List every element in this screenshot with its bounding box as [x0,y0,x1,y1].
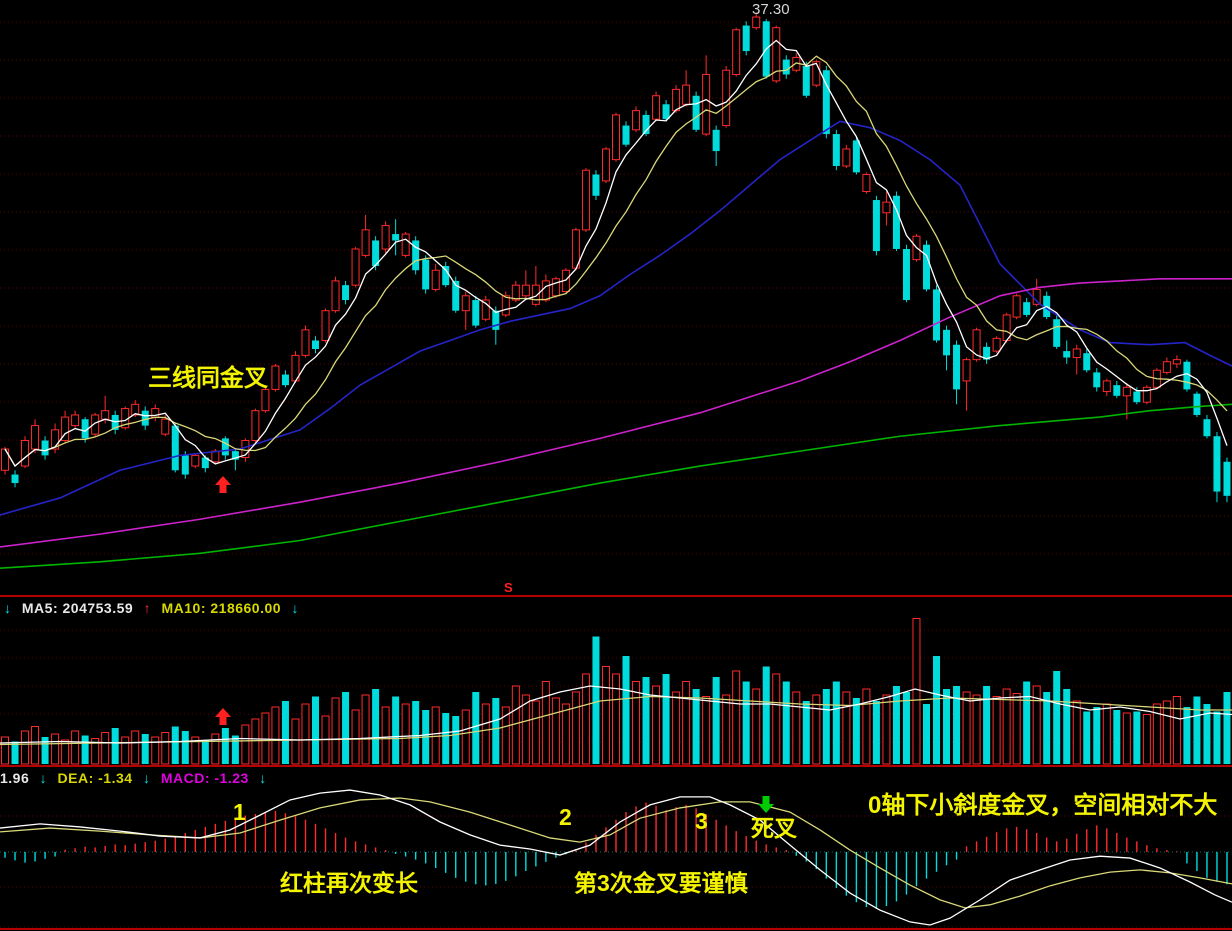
zero-axis-note: 0轴下小斜度金叉，空间相对不大 [868,794,1217,818]
golden-cross-3-label: 3 [695,810,708,833]
candlesticks [2,13,1231,502]
red-bars-note: 红柱再次变长 [280,872,418,895]
volume-ma5-value: MA5: 204753.59 [22,600,133,616]
stock-chart-window: 37.30 三线同金叉 S ↓ MA5: 204753.59 ↑ MA10: 2… [0,0,1232,931]
volume-ma10-value: MA10: 218660.00 [161,600,281,616]
death-cross-label: 死叉 [751,817,797,840]
volume-down-arrow-icon: ↓ [4,600,12,616]
macd-dif-value: 1.96 [0,770,29,786]
death-cross-arrow-icon [758,796,774,813]
volume-down-arrow-icon-2: ↓ [291,600,299,616]
macd-down-arrow-icon-1: ↓ [40,770,48,786]
macd-value: MACD: -1.23 [161,770,249,786]
macd-dea-value: DEA: -1.34 [58,770,133,786]
three-line-golden-cross-label: 三线同金叉 [148,367,268,391]
volume-indicator-header: ↓ MA5: 204753.59 ↑ MA10: 218660.00 ↓ [4,600,305,616]
golden-cross-2-label: 2 [559,806,572,829]
volume-up-arrow-icon: ↑ [144,600,152,616]
macd-down-arrow-icon-3: ↓ [259,770,267,786]
sell-point-marker: S [504,580,513,595]
peak-price-label: 37.30 [752,2,790,17]
golden-cross-1-label: 1 [233,801,246,824]
buy-signal-arrow-volume-icon [215,708,231,725]
buy-signal-arrow-main-icon [215,476,231,493]
macd-down-arrow-icon-2: ↓ [143,770,151,786]
third-cross-note: 第3次金叉要谨慎 [574,872,748,895]
macd-indicator-header: 1.96 ↓ DEA: -1.34 ↓ MACD: -1.23 ↓ [0,770,273,786]
